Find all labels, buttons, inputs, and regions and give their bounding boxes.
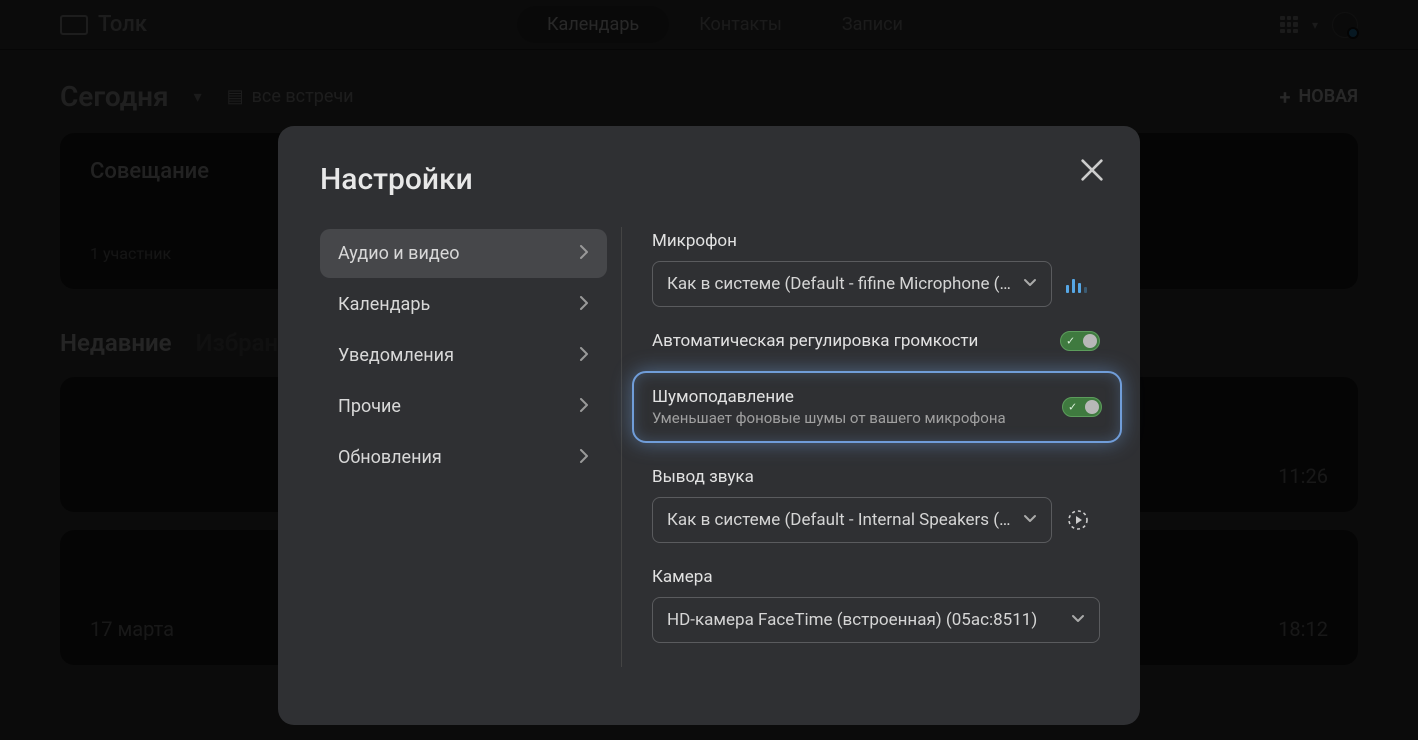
settings-nav-updates[interactable]: Обновления bbox=[320, 433, 607, 482]
chevron-right-icon bbox=[579, 345, 589, 366]
chevron-right-icon bbox=[579, 294, 589, 315]
settings-nav: Аудио и видео Календарь Уведомления Проч… bbox=[320, 227, 622, 667]
camera-value: HD-камера FaceTime (встроенная) (05ac:85… bbox=[667, 610, 1037, 630]
microphone-label: Микрофон bbox=[652, 231, 1142, 251]
camera-row: HD-камера FaceTime (встроенная) (05ac:85… bbox=[652, 597, 1142, 643]
settings-nav-other[interactable]: Прочие bbox=[320, 382, 607, 431]
noise-suppression-title: Шумоподавление bbox=[652, 387, 1006, 407]
chevron-right-icon bbox=[579, 396, 589, 417]
chevron-down-icon bbox=[1071, 610, 1085, 630]
mic-level-indicator bbox=[1066, 275, 1087, 293]
modal-overlay: Настройки Аудио и видео Календарь Уведом… bbox=[0, 0, 1418, 740]
settings-modal: Настройки Аудио и видео Календарь Уведом… bbox=[278, 126, 1140, 725]
chevron-right-icon bbox=[579, 447, 589, 468]
noise-suppression-highlight: Шумоподавление Уменьшает фоновые шумы от… bbox=[632, 371, 1122, 443]
microphone-value: Как в системе (Default - fifine Micropho… bbox=[667, 274, 1011, 294]
noise-suppression-desc: Уменьшает фоновые шумы от вашего микрофо… bbox=[652, 409, 1006, 427]
chevron-right-icon bbox=[579, 243, 589, 264]
modal-body: Аудио и видео Календарь Уведомления Проч… bbox=[320, 227, 1098, 667]
settings-content: Микрофон Как в системе (Default - fifine… bbox=[652, 227, 1146, 667]
close-icon bbox=[1076, 154, 1108, 186]
settings-nav-label: Уведомления bbox=[338, 345, 454, 366]
check-icon: ✓ bbox=[1066, 336, 1075, 347]
agc-toggle[interactable]: ✓ bbox=[1060, 331, 1100, 351]
settings-nav-label: Прочие bbox=[338, 396, 401, 417]
chevron-down-icon bbox=[1023, 510, 1037, 530]
output-row: Как в системе (Default - Internal Speake… bbox=[652, 497, 1142, 543]
test-sound-button[interactable] bbox=[1066, 508, 1090, 532]
camera-label: Камера bbox=[652, 567, 1142, 587]
settings-nav-calendar[interactable]: Календарь bbox=[320, 280, 607, 329]
modal-title: Настройки bbox=[320, 162, 1098, 197]
settings-nav-audio-video[interactable]: Аудио и видео bbox=[320, 229, 607, 278]
settings-nav-notifications[interactable]: Уведомления bbox=[320, 331, 607, 380]
output-select[interactable]: Как в системе (Default - Internal Speake… bbox=[652, 497, 1052, 543]
agc-row: Автоматическая регулировка громкости ✓ bbox=[652, 331, 1100, 351]
microphone-select[interactable]: Как в системе (Default - fifine Micropho… bbox=[652, 261, 1052, 307]
toggle-knob bbox=[1083, 334, 1097, 348]
chevron-down-icon bbox=[1023, 274, 1037, 294]
microphone-row: Как в системе (Default - fifine Micropho… bbox=[652, 261, 1142, 307]
noise-suppression-toggle[interactable]: ✓ bbox=[1062, 397, 1102, 417]
close-button[interactable] bbox=[1076, 154, 1108, 186]
play-circle-icon bbox=[1066, 508, 1090, 532]
noise-suppression-row: Шумоподавление Уменьшает фоновые шумы от… bbox=[652, 387, 1102, 427]
output-label: Вывод звука bbox=[652, 467, 1142, 487]
agc-label: Автоматическая регулировка громкости bbox=[652, 331, 978, 351]
toggle-knob bbox=[1085, 400, 1099, 414]
settings-nav-label: Аудио и видео bbox=[338, 243, 460, 264]
settings-nav-label: Обновления bbox=[338, 447, 442, 468]
camera-select[interactable]: HD-камера FaceTime (встроенная) (05ac:85… bbox=[652, 597, 1100, 643]
output-value: Как в системе (Default - Internal Speake… bbox=[667, 510, 1010, 530]
check-icon: ✓ bbox=[1068, 402, 1077, 413]
settings-nav-label: Календарь bbox=[338, 294, 430, 315]
